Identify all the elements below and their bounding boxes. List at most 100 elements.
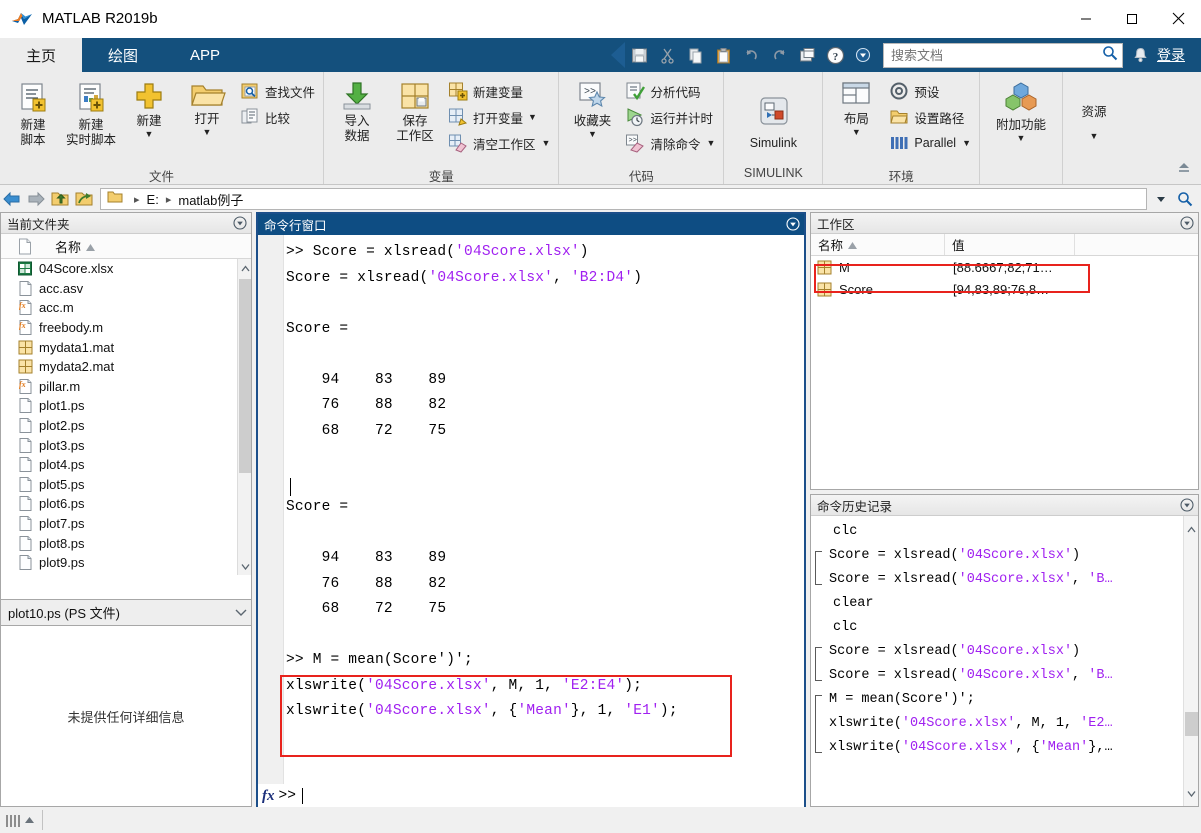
file-list-item[interactable]: fx acc.m xyxy=(1,298,251,318)
open-variable-button[interactable]: 打开变量 ▼ xyxy=(444,104,554,130)
tab-plots[interactable]: 绘图 xyxy=(82,38,164,72)
new-script-button[interactable]: 新建 脚本 xyxy=(4,77,62,148)
copy-icon[interactable] xyxy=(682,42,708,68)
search-input[interactable] xyxy=(891,47,1102,63)
file-list-item[interactable]: fx freebody.m xyxy=(1,318,251,338)
open-caret-icon[interactable]: ▼ xyxy=(203,128,212,137)
command-input-row[interactable]: fx >> xyxy=(258,784,804,807)
scroll-thumb[interactable] xyxy=(1185,712,1198,736)
search-icon[interactable] xyxy=(1102,45,1118,66)
breadcrumb-folder[interactable]: matlab例子 xyxy=(178,190,243,209)
path-search-icon[interactable] xyxy=(1173,187,1197,211)
save-workspace-button[interactable]: 保存 工作区 xyxy=(386,77,444,144)
paste-icon[interactable] xyxy=(710,42,736,68)
file-list-item[interactable]: plot6.ps xyxy=(1,494,251,514)
tab-home[interactable]: 主页 xyxy=(0,38,83,72)
scroll-thumb[interactable] xyxy=(239,279,251,473)
favorites-caret-icon[interactable]: ▼ xyxy=(588,130,597,139)
workspace-extra-column[interactable] xyxy=(1075,234,1198,255)
resize-grip-icon[interactable] xyxy=(6,813,22,827)
file-list-item[interactable]: fx pillar.m xyxy=(1,377,251,397)
panel-menu-icon[interactable] xyxy=(1179,498,1194,513)
open-variable-caret-icon[interactable]: ▼ xyxy=(528,113,537,122)
undo-icon[interactable] xyxy=(738,42,764,68)
file-list-item[interactable]: plot8.ps xyxy=(1,533,251,553)
file-list-item[interactable]: plot3.ps xyxy=(1,435,251,455)
tab-apps[interactable]: APP xyxy=(164,38,246,72)
minimize-button[interactable] xyxy=(1063,0,1109,38)
history-entry[interactable]: clear xyxy=(819,592,1182,616)
add-ons-caret-icon[interactable]: ▼ xyxy=(1017,134,1026,143)
workspace-value-column[interactable]: 值 xyxy=(945,234,1075,255)
file-list-item[interactable]: plot9.ps xyxy=(1,553,251,573)
bell-icon[interactable] xyxy=(1129,47,1151,63)
status-caret-icon[interactable] xyxy=(25,811,34,829)
history-entry[interactable]: Score = xlsread('04Score.xlsx', 'B… xyxy=(819,568,1182,592)
parallel-button[interactable]: Parallel ▼ xyxy=(885,130,975,156)
up-folder-icon[interactable] xyxy=(48,187,72,211)
chevron-down-icon[interactable] xyxy=(1149,187,1173,211)
run-and-time-button[interactable]: 运行并计时 xyxy=(621,104,719,130)
sign-in-link[interactable]: 登录 xyxy=(1151,45,1195,65)
history-entry[interactable]: M = mean(Score')'; xyxy=(819,688,1182,712)
simulink-button[interactable]: Simulink xyxy=(734,93,812,151)
set-path-button[interactable]: 设置路径 xyxy=(885,104,975,130)
parallel-caret-icon[interactable]: ▼ xyxy=(962,139,971,148)
close-button[interactable] xyxy=(1155,0,1201,38)
browse-folder-icon[interactable] xyxy=(72,187,96,211)
layout-caret-icon[interactable]: ▼ xyxy=(852,128,861,137)
command-window-body[interactable]: >> Score = xlsread('04Score.xlsx') Score … xyxy=(258,235,804,807)
documentation-search[interactable] xyxy=(883,42,1123,68)
open-button[interactable]: 打开 ▼ xyxy=(178,77,236,137)
workspace-rows[interactable]: M [88.6667;82;71… Score [94,83,89;76,8… xyxy=(811,256,1198,300)
back-arrow-icon[interactable] xyxy=(0,187,24,211)
save-icon[interactable] xyxy=(626,42,652,68)
panel-menu-icon[interactable] xyxy=(785,217,800,232)
preferences-button[interactable]: 预设 xyxy=(885,78,975,104)
chevron-down-icon[interactable] xyxy=(1187,784,1196,802)
file-list-item[interactable]: plot4.ps xyxy=(1,455,251,475)
file-list-item[interactable]: plot5.ps xyxy=(1,475,251,495)
workspace-name-column[interactable]: 名称 xyxy=(811,234,945,255)
history-entry[interactable]: xlswrite('04Score.xlsx', M, 1, 'E2… xyxy=(819,712,1182,736)
forward-arrow-icon[interactable] xyxy=(24,187,48,211)
history-entry[interactable]: clc xyxy=(819,520,1182,544)
panel-menu-icon[interactable] xyxy=(232,216,247,231)
workspace-row[interactable]: M [88.6667;82;71… xyxy=(811,256,1198,278)
file-list-item[interactable]: plot2.ps xyxy=(1,416,251,436)
new-live-script-button[interactable]: 新建 实时脚本 xyxy=(62,77,120,148)
import-data-button[interactable]: 导入 数据 xyxy=(328,77,386,144)
new-variable-button[interactable]: 新建变量 xyxy=(444,78,554,104)
collapse-ribbon-icon[interactable] xyxy=(1175,159,1193,180)
help-icon[interactable]: ? xyxy=(822,42,848,68)
compare-button[interactable]: 比较 xyxy=(236,104,319,130)
panel-menu-icon[interactable] xyxy=(1179,216,1194,231)
file-list-item[interactable]: acc.asv xyxy=(1,279,251,299)
resources-caret-icon[interactable]: ▼ xyxy=(1090,132,1099,141)
breadcrumb-drive[interactable]: E: xyxy=(147,192,159,207)
history-entry[interactable]: Score = xlsread('04Score.xlsx') xyxy=(819,544,1182,568)
clear-workspace-caret-icon[interactable]: ▼ xyxy=(542,139,551,148)
current-folder-file-list[interactable]: 04Score.xlsx acc.asv fx acc.m fx freebody.m my… xyxy=(1,259,251,575)
chevron-down-icon[interactable] xyxy=(238,557,251,575)
new-button[interactable]: 新建 ▼ xyxy=(120,77,178,139)
file-list-item[interactable]: plot1.ps xyxy=(1,396,251,416)
new-caret-icon[interactable]: ▼ xyxy=(145,130,154,139)
layout-button[interactable]: 布局 ▼ xyxy=(827,77,885,137)
favorites-button[interactable]: >> 收藏夹 ▼ xyxy=(563,77,621,139)
file-list-item[interactable]: 04Score.xlsx xyxy=(1,259,251,279)
history-entry[interactable]: Score = xlsread('04Score.xlsx', 'B… xyxy=(819,664,1182,688)
clear-workspace-button[interactable]: 清空工作区 ▼ xyxy=(444,130,554,156)
command-history-scrollbar[interactable] xyxy=(1183,516,1198,806)
history-entry[interactable]: Score = xlsread('04Score.xlsx') xyxy=(819,640,1182,664)
file-list-item[interactable]: mydata1.mat xyxy=(1,337,251,357)
analyze-code-button[interactable]: 分析代码 xyxy=(621,78,719,104)
file-list-item[interactable]: mydata2.mat xyxy=(1,357,251,377)
switch-window-icon[interactable] xyxy=(794,42,820,68)
workspace-row[interactable]: Score [94,83,89;76,8… xyxy=(811,278,1198,300)
resources-button[interactable]: 资源 ▼ xyxy=(1069,100,1119,141)
file-list-item[interactable]: plot7.ps xyxy=(1,514,251,534)
file-detail-header[interactable]: plot10.ps (PS 文件) xyxy=(0,600,252,626)
add-ons-button[interactable]: 附加功能 ▼ xyxy=(986,77,1056,143)
command-history-entries[interactable]: clc Score = xlsread('04Score.xlsx') Score … xyxy=(819,520,1182,760)
